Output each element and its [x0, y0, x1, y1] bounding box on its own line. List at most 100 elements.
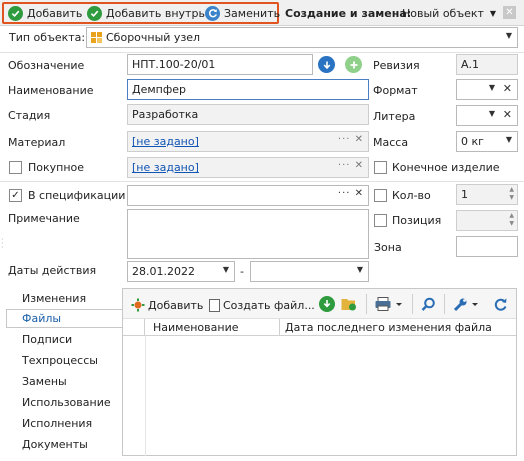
chevron-down-icon: ▼ — [222, 265, 229, 274]
purchased-checkbox[interactable] — [9, 161, 22, 174]
date-from-field[interactable]: 28.01.2022 ▼ — [127, 261, 235, 282]
date-from-value: 28.01.2022 — [132, 265, 195, 278]
in-spec-checkbox[interactable]: ✓ — [9, 189, 22, 202]
note-label: Примечание — [8, 212, 80, 225]
nav-item-documents[interactable]: Документы — [22, 438, 88, 451]
final-product-label: Конечное изделие — [392, 161, 500, 174]
purchased-field[interactable]: [не задано] ··· ✕ — [127, 157, 369, 178]
format-select[interactable]: ▼ ✕ — [456, 79, 518, 100]
refresh-icon — [205, 5, 220, 21]
browse-clear-icons[interactable]: ··· ✕ — [338, 160, 364, 171]
object-type-label: Тип объекта: — [9, 31, 86, 44]
object-type-select[interactable]: Сборочный узел ▼ — [86, 27, 518, 48]
browse-clear-icons[interactable]: ··· ✕ — [338, 134, 364, 145]
in-spec-field[interactable]: ··· ✕ — [127, 185, 369, 206]
divider — [366, 294, 367, 314]
nav-item-changes[interactable]: Изменения — [22, 292, 86, 305]
qty-label: Кол-во — [392, 189, 431, 202]
divider — [0, 52, 524, 53]
folder-download-icon[interactable] — [341, 297, 357, 311]
checkmark-icon: ✓ — [11, 189, 20, 201]
checkmark-icon — [8, 5, 23, 21]
designation-label: Обозначение — [8, 59, 85, 72]
chevron-down-icon: ▼ — [356, 265, 363, 274]
final-product-checkbox[interactable] — [374, 161, 387, 174]
chevron-down-icon: ▼ — [489, 8, 497, 18]
column-name[interactable]: Наименование — [153, 321, 238, 334]
files-panel: Добавить Создать файл... Наименование Да… — [122, 288, 517, 456]
nav-item-files[interactable]: Файлы — [22, 312, 61, 325]
checkmark-down-icon — [87, 5, 102, 21]
close-icon[interactable]: ✕ — [503, 6, 516, 19]
designation-field[interactable]: НПТ.100-20/01 — [127, 54, 313, 75]
nav-item-signatures[interactable]: Подписи — [22, 333, 72, 346]
qty-field[interactable]: 1 ▲ ▼ — [456, 184, 518, 205]
files-add-button[interactable]: Добавить — [131, 296, 203, 314]
date-to-field[interactable]: ▼ — [250, 261, 369, 282]
divider — [0, 181, 524, 182]
row-selector-border — [145, 336, 146, 456]
spin-icon[interactable]: ▲ ▼ — [509, 186, 514, 202]
mode-value: Новый объект — [402, 6, 484, 20]
zone-field[interactable] — [456, 236, 518, 257]
chevron-down-icon: ▼ — [488, 109, 495, 118]
position-label: Позиция — [392, 214, 442, 227]
create-file-button[interactable]: Создать файл... — [209, 296, 315, 314]
splitter-grip-icon[interactable]: · · · — [1, 236, 4, 252]
add-icon[interactable] — [345, 56, 362, 73]
arrow-down-icon[interactable] — [318, 56, 335, 73]
nav-item-usage[interactable]: Использование — [22, 396, 111, 409]
add-inside-button[interactable]: Добавить внутрь — [87, 4, 205, 22]
refresh-icon[interactable] — [493, 297, 508, 312]
spin-icon[interactable]: ▲ ▼ — [509, 212, 514, 228]
replace-button-label: Заменить — [224, 6, 281, 20]
format-label: Формат — [373, 84, 418, 97]
divider — [412, 294, 413, 314]
add-inside-button-label: Добавить внутрь — [106, 6, 205, 20]
replace-button[interactable]: Заменить — [205, 4, 280, 22]
clear-icon[interactable]: ✕ — [503, 108, 512, 121]
name-field[interactable]: Демпфер — [127, 79, 369, 100]
add-button[interactable]: Добавить — [8, 4, 82, 22]
material-value[interactable]: [не задано] — [132, 135, 199, 148]
date-separator: - — [240, 265, 244, 278]
row-selector-header — [123, 319, 145, 335]
zone-label: Зона — [374, 241, 402, 254]
search-icon[interactable] — [421, 297, 436, 312]
in-spec-label: В спецификации — [28, 189, 126, 202]
clear-icon[interactable]: ✕ — [503, 82, 512, 95]
chevron-down-icon: ▼ — [505, 135, 512, 144]
mass-select[interactable]: 0 кг ▼ — [456, 131, 518, 152]
download-icon[interactable] — [319, 296, 335, 312]
material-label: Материал — [8, 136, 66, 149]
add-button-label: Добавить — [27, 6, 83, 20]
material-field[interactable]: [не задано] ··· ✕ — [127, 131, 369, 152]
column-divider — [279, 319, 280, 335]
mass-label: Масса — [373, 136, 409, 149]
print-icon[interactable] — [375, 297, 403, 311]
files-add-label: Добавить — [148, 298, 204, 312]
note-textarea[interactable] — [127, 209, 369, 259]
column-modified-date[interactable]: Дата последнего изменения файла — [285, 321, 492, 334]
mode-label: Создание и замена: — [285, 6, 412, 20]
nav-item-replacements[interactable]: Замены — [22, 375, 67, 388]
nav-item-versions[interactable]: Исполнения — [22, 417, 92, 430]
nav-item-processes[interactable]: Техпроцессы — [22, 354, 98, 367]
divider — [444, 294, 445, 314]
purchased-value[interactable]: [не задано] — [132, 161, 199, 174]
object-type-value: Сборочный узел — [106, 31, 201, 44]
settings-wrench-icon[interactable] — [453, 297, 481, 312]
qty-value: 1 — [461, 188, 468, 201]
browse-clear-icons[interactable]: ··· ✕ — [338, 188, 364, 199]
chevron-down-icon: ▼ — [505, 31, 512, 40]
litera-select[interactable]: ▼ ✕ — [456, 105, 518, 126]
add-file-icon — [131, 298, 145, 312]
position-checkbox[interactable] — [374, 214, 387, 227]
qty-checkbox[interactable] — [374, 189, 387, 202]
stage-field[interactable]: Разработка — [127, 104, 369, 125]
position-field[interactable]: ▲ ▼ — [456, 210, 518, 231]
new-file-icon — [209, 298, 220, 312]
revision-field[interactable]: А.1 — [456, 54, 518, 75]
files-toolbar: Добавить Создать файл... — [123, 289, 516, 319]
mode-dropdown[interactable]: Новый объект ▼ — [402, 4, 496, 22]
